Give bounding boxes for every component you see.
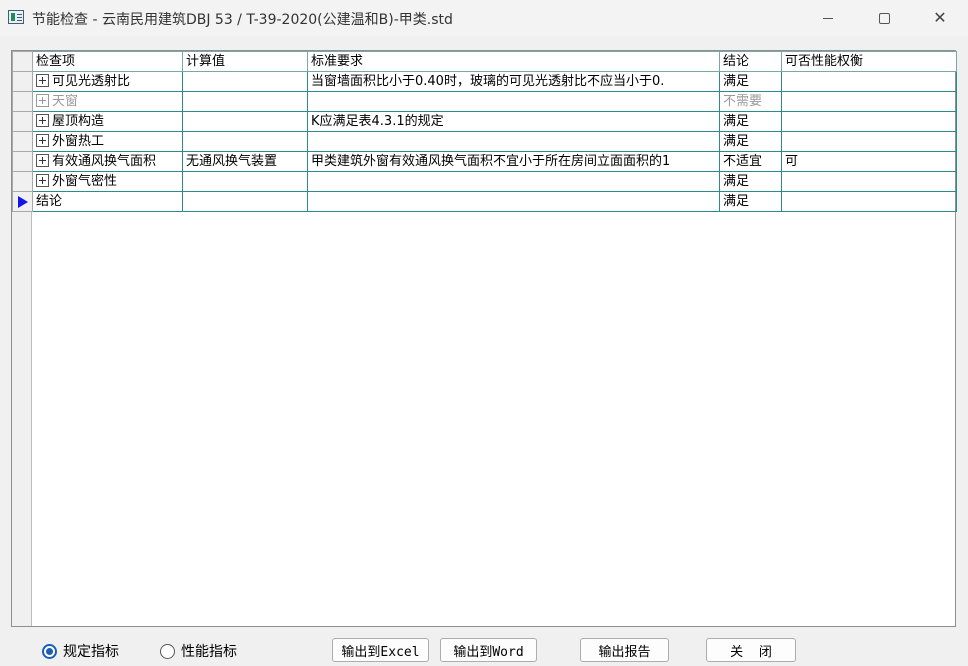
column-header-result[interactable]: 结论	[719, 51, 782, 72]
cell-item[interactable]: 屋顶构造	[32, 111, 183, 132]
cell-tradeoff[interactable]: 可	[781, 151, 957, 172]
radio-performance[interactable]: 性能指标	[160, 641, 237, 661]
cell-value[interactable]	[182, 191, 308, 212]
row-header[interactable]	[12, 111, 33, 132]
check-grid[interactable]: 检查项 计算值 标准要求 结论 可否性能权衡 可见光透射比 当窗墙面积比小于0.4…	[11, 50, 957, 627]
column-header-item[interactable]: 检查项	[32, 51, 183, 72]
row-header[interactable]	[12, 171, 33, 192]
cell-tradeoff[interactable]	[781, 91, 957, 112]
cell-result[interactable]: 满足	[719, 191, 782, 212]
radio-prescriptive-label: 规定指标	[63, 644, 119, 660]
cell-requirement[interactable]: 当窗墙面积比小于0.40时，玻璃的可见光透射比不应当小于0.	[307, 71, 720, 92]
cell-requirement[interactable]	[307, 91, 720, 112]
cell-item[interactable]: 天窗	[32, 91, 183, 112]
export-report-button[interactable]: 输出报告	[580, 638, 669, 662]
cell-value[interactable]	[182, 71, 308, 92]
cell-item[interactable]: 外窗热工	[32, 131, 183, 152]
close-icon: ✕	[933, 8, 947, 27]
header-row: 检查项 计算值 标准要求 结论 可否性能权衡	[12, 51, 957, 72]
cell-item-text: 外窗热工	[52, 133, 105, 149]
minimize-button[interactable]	[800, 0, 856, 36]
cell-item-text: 可见光透射比	[52, 73, 131, 89]
maximize-icon	[878, 12, 890, 24]
table-row[interactable]: 屋顶构造 K应满足表4.3.1的规定 满足	[12, 111, 957, 132]
cell-item-text: 外窗气密性	[52, 173, 118, 189]
window-title: 节能检查 - 云南民用建筑DBJ 53 / T-39-2020(公建温和B)-甲…	[32, 12, 453, 28]
cell-item-text: 屋顶构造	[52, 113, 105, 129]
app-icon	[8, 10, 24, 24]
cell-requirement[interactable]	[307, 131, 720, 152]
maximize-button[interactable]	[856, 0, 912, 36]
close-window-button[interactable]: ✕	[912, 0, 968, 36]
cell-requirement[interactable]: K应满足表4.3.1的规定	[307, 111, 720, 132]
cell-item[interactable]: 结论	[32, 191, 183, 212]
expand-icon[interactable]	[36, 133, 49, 147]
cell-value[interactable]	[182, 91, 308, 112]
cell-result[interactable]: 不适宜	[719, 151, 782, 172]
cell-tradeoff[interactable]	[781, 171, 957, 192]
cell-requirement[interactable]	[307, 171, 720, 192]
radio-unselected-icon[interactable]	[160, 643, 175, 659]
radio-prescriptive[interactable]: 规定指标	[42, 641, 119, 661]
cell-value[interactable]	[182, 171, 308, 192]
export-word-button[interactable]: 输出到Word	[440, 638, 537, 662]
cell-tradeoff[interactable]	[781, 191, 957, 212]
cell-item[interactable]: 可见光透射比	[32, 71, 183, 92]
radio-performance-label: 性能指标	[181, 644, 237, 660]
row-header[interactable]	[12, 191, 33, 212]
expand-icon[interactable]	[36, 93, 49, 107]
table-row[interactable]: 外窗气密性 满足	[12, 171, 957, 192]
cell-requirement[interactable]: 甲类建筑外窗有效通风换气面积不宜小于所在房间立面面积的1	[307, 151, 720, 172]
check-table: 检查项 计算值 标准要求 结论 可否性能权衡 可见光透射比 当窗墙面积比小于0.4…	[12, 51, 957, 212]
cell-value[interactable]	[182, 111, 308, 132]
expand-icon[interactable]	[36, 153, 49, 167]
title-bar: 节能检查 - 云南民用建筑DBJ 53 / T-39-2020(公建温和B)-甲…	[0, 0, 968, 36]
cell-item[interactable]: 外窗气密性	[32, 171, 183, 192]
export-excel-button[interactable]: 输出到Excel	[332, 638, 429, 662]
cell-result[interactable]: 满足	[719, 131, 782, 152]
row-header[interactable]	[12, 151, 33, 172]
cell-item-text: 天窗	[52, 93, 79, 109]
cell-result[interactable]: 满足	[719, 171, 782, 192]
table-row[interactable]: 外窗热工 满足	[12, 131, 957, 152]
cell-requirement[interactable]	[307, 191, 720, 212]
column-header-value[interactable]: 计算值	[182, 51, 308, 72]
cell-result[interactable]: 满足	[719, 111, 782, 132]
cell-tradeoff[interactable]	[781, 71, 957, 92]
table-row[interactable]: 天窗 不需要	[12, 91, 957, 112]
cell-tradeoff[interactable]	[781, 111, 957, 132]
corner-cell	[12, 51, 33, 72]
table-row[interactable]: 可见光透射比 当窗墙面积比小于0.40时，玻璃的可见光透射比不应当小于0. 满足	[12, 71, 957, 92]
table-row[interactable]: 有效通风换气面积 无通风换气装置 甲类建筑外窗有效通风换气面积不宜小于所在房间立面面…	[12, 151, 957, 172]
cell-item[interactable]: 有效通风换气面积	[32, 151, 183, 172]
cell-value[interactable]: 无通风换气装置	[182, 151, 308, 172]
column-header-requirement[interactable]: 标准要求	[307, 51, 720, 72]
cell-tradeoff[interactable]	[781, 131, 957, 152]
cell-item-text: 有效通风换气面积	[52, 153, 157, 169]
cell-item-text: 结论	[36, 193, 63, 209]
expand-icon[interactable]	[36, 73, 49, 87]
expand-icon[interactable]	[36, 173, 49, 187]
cell-value[interactable]	[182, 131, 308, 152]
column-header-tradeoff[interactable]: 可否性能权衡	[781, 51, 957, 72]
minimize-icon	[823, 17, 833, 19]
table-row[interactable]: 结论 满足	[12, 191, 957, 212]
radio-selected-icon[interactable]	[42, 643, 57, 659]
row-header[interactable]	[12, 71, 33, 92]
cell-result[interactable]: 满足	[719, 71, 782, 92]
expand-icon[interactable]	[36, 113, 49, 127]
row-header[interactable]	[12, 131, 33, 152]
row-header[interactable]	[12, 91, 33, 112]
close-button[interactable]: 关 闭	[706, 638, 796, 662]
cell-result[interactable]: 不需要	[719, 91, 782, 112]
current-row-arrow-icon	[17, 195, 28, 208]
